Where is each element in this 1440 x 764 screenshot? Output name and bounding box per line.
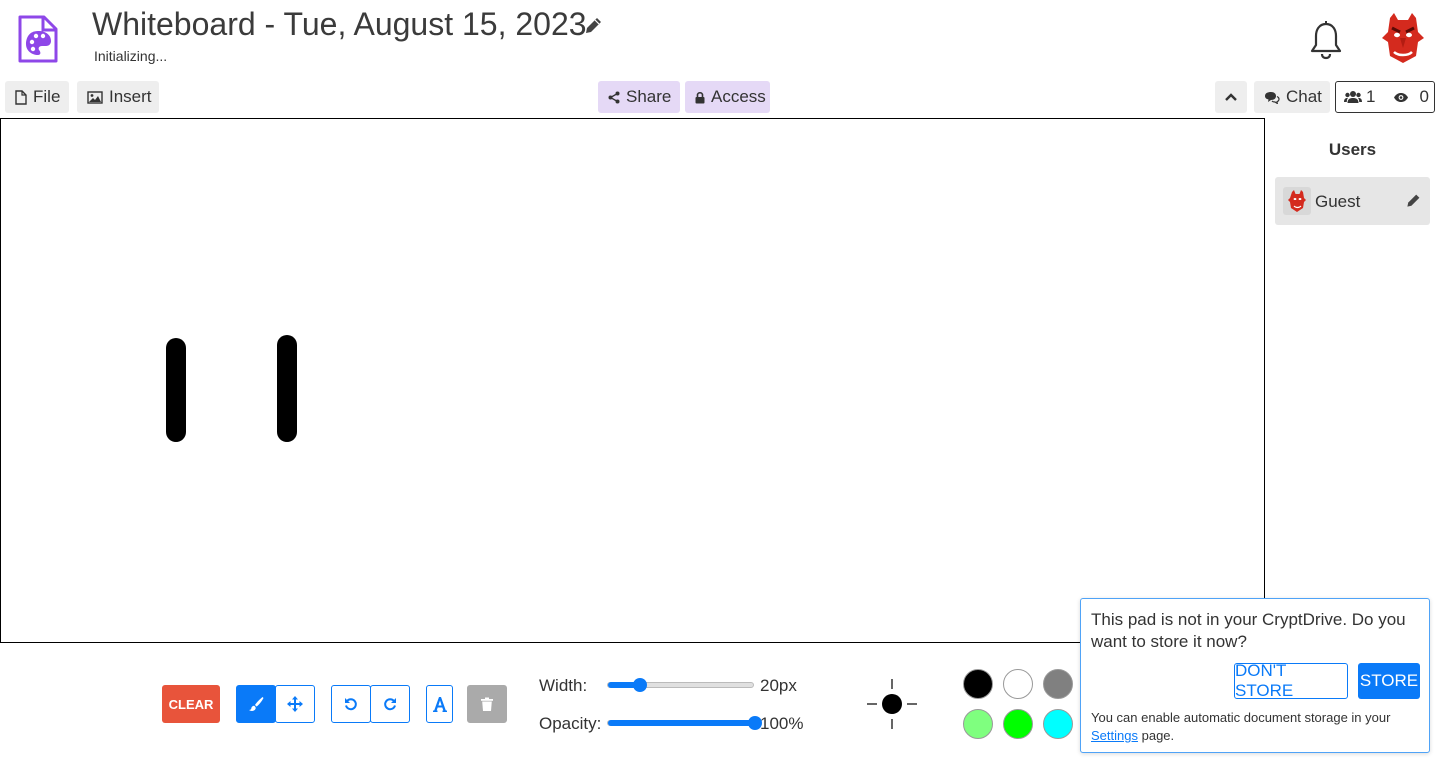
user-list-item[interactable]: Guest	[1275, 177, 1430, 225]
user-name: Guest	[1315, 192, 1361, 211]
status-text: Initializing...	[94, 48, 168, 64]
viewers-count: 0	[1419, 87, 1429, 106]
insert-menu-button[interactable]: Insert	[77, 81, 159, 113]
notification-bell-icon[interactable]	[1308, 20, 1344, 60]
pencil-icon[interactable]	[583, 16, 603, 36]
popup-note-text: You can enable automatic document storag…	[1091, 710, 1391, 725]
user-avatar[interactable]	[1380, 12, 1426, 64]
width-slider-thumb[interactable]	[633, 678, 648, 692]
opacity-value: 100%	[760, 714, 804, 733]
move-arrows-icon	[287, 696, 303, 712]
text-format-icon	[432, 697, 447, 712]
image-icon	[87, 90, 103, 104]
file-menu-button[interactable]: File	[5, 81, 69, 113]
chat-label: Chat	[1286, 87, 1322, 106]
chat-icon	[1265, 91, 1280, 104]
whiteboard-canvas[interactable]	[0, 118, 1265, 643]
move-tool-button[interactable]	[275, 685, 315, 723]
share-icon	[608, 91, 620, 103]
brush-tool-button[interactable]	[236, 685, 276, 723]
user-avatar	[1283, 187, 1311, 215]
undo-button[interactable]	[331, 685, 371, 723]
users-panel-heading: Users	[1328, 140, 1377, 159]
width-label: Width:	[539, 676, 588, 695]
delete-selection-button[interactable]	[467, 685, 507, 723]
users-count: 1	[1366, 87, 1376, 106]
opacity-slider-fill	[608, 720, 755, 726]
brush-preview	[867, 679, 917, 729]
insert-menu-label: Insert	[109, 87, 152, 106]
chevron-up-icon	[1225, 93, 1237, 101]
dont-store-button[interactable]: DON'T STORE	[1234, 661, 1348, 700]
width-value: 20px	[760, 676, 797, 695]
undo-icon	[345, 698, 357, 711]
chat-button[interactable]: Chat	[1254, 81, 1330, 113]
collapse-toolbar-button[interactable]	[1215, 81, 1247, 113]
share-label: Share	[626, 87, 672, 106]
users-icon	[1344, 91, 1362, 103]
color-swatch[interactable]	[963, 709, 993, 739]
trash-icon	[481, 697, 493, 711]
store-in-drive-popup: This pad is not in your CryptDrive. Do y…	[1080, 598, 1430, 753]
eye-icon	[1394, 92, 1409, 102]
color-swatch[interactable]	[1043, 669, 1073, 699]
document-title[interactable]: Whiteboard - Tue, August 15, 2023	[92, 6, 587, 43]
color-swatch[interactable]	[963, 669, 993, 699]
color-swatch[interactable]	[1003, 709, 1033, 739]
file-menu-label: File	[33, 87, 61, 106]
opacity-label: Opacity:	[539, 714, 602, 733]
color-swatch[interactable]	[1043, 709, 1073, 739]
drawn-stroke	[277, 335, 297, 442]
access-button[interactable]: Access	[685, 81, 770, 113]
width-slider[interactable]	[607, 678, 754, 692]
color-swatch[interactable]	[1003, 669, 1033, 699]
pencil-icon[interactable]	[1405, 193, 1421, 209]
popup-note-text-end: page.	[1141, 728, 1175, 743]
popup-note: You can enable automatic document storag…	[1091, 709, 1426, 745]
paintbrush-icon	[249, 697, 264, 711]
popup-question: This pad is not in your CryptDrive. Do y…	[1091, 610, 1406, 651]
lock-icon	[695, 91, 705, 103]
store-button[interactable]: STORE	[1358, 663, 1420, 699]
redo-button[interactable]	[370, 685, 410, 723]
text-tool-button[interactable]	[426, 685, 453, 723]
redo-icon	[384, 698, 396, 711]
opacity-slider[interactable]	[607, 716, 762, 730]
users-count-button[interactable]: 1 0	[1335, 81, 1435, 113]
drawn-stroke	[166, 338, 186, 442]
file-icon	[15, 89, 27, 105]
settings-link[interactable]: Settings	[1091, 728, 1138, 743]
whiteboard-app-icon	[18, 15, 58, 63]
clear-canvas-button[interactable]: CLEAR	[162, 685, 220, 723]
share-button[interactable]: Share	[598, 81, 680, 113]
access-label: Access	[711, 87, 766, 106]
